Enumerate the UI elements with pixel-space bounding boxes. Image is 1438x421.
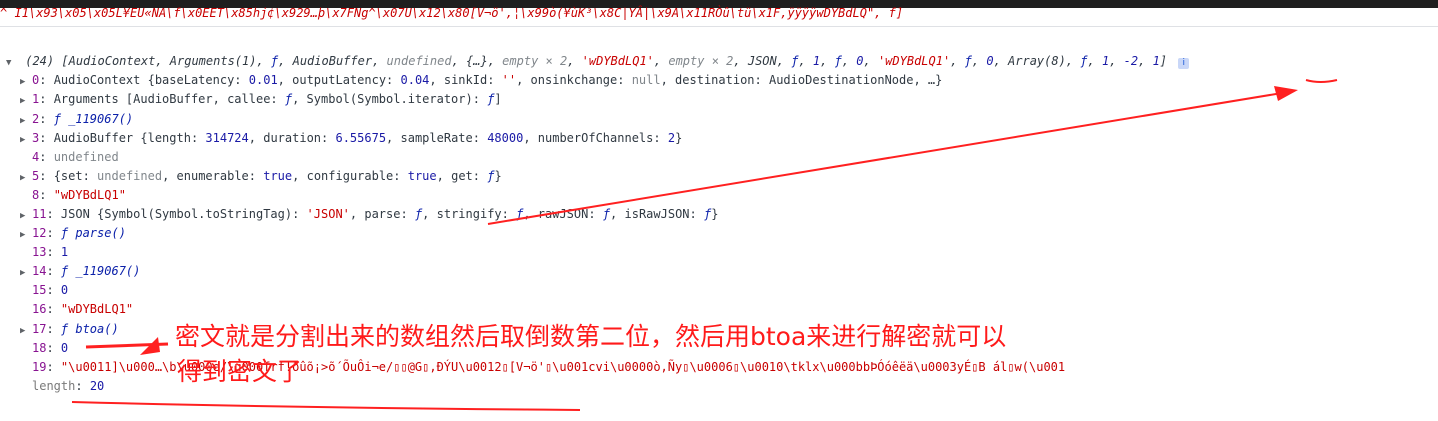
arrow-head [1274, 86, 1298, 101]
value-19-underline [71, 401, 581, 411]
underline-minus-two [1305, 79, 1338, 83]
arrow-line [487, 92, 1283, 225]
annotation-overlay [71, 79, 1338, 411]
